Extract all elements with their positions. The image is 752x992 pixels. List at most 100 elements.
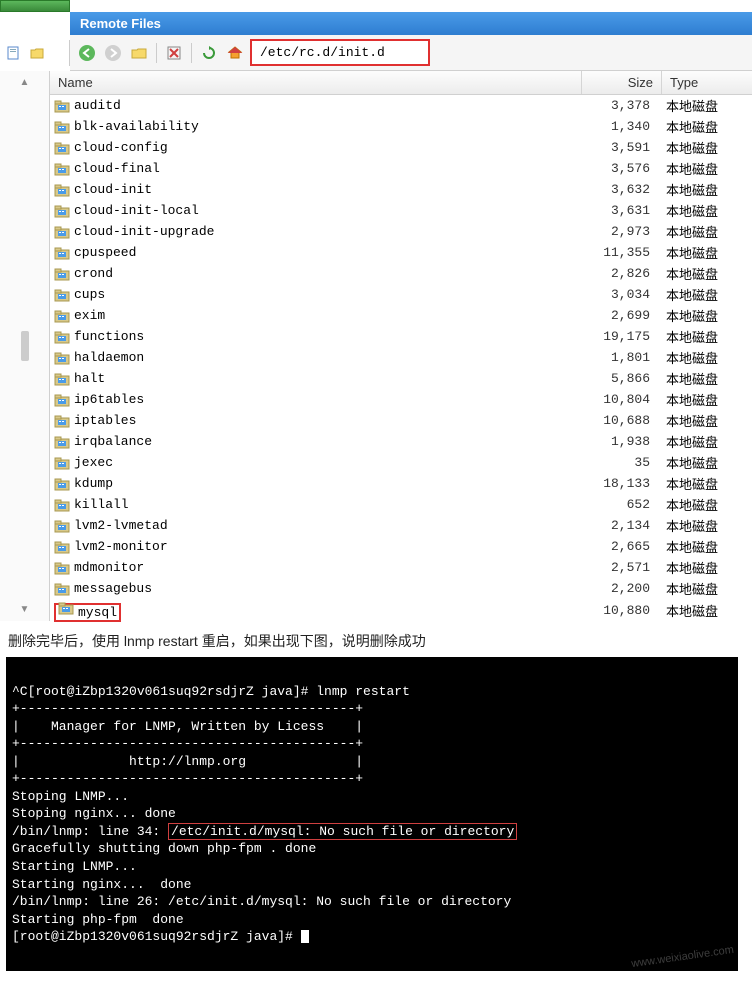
columns-header: Name Size Type [50,71,752,95]
file-type: 本地磁盘 [658,348,748,367]
file-row[interactable]: crond2,826本地磁盘 [50,263,752,284]
col-name-header[interactable]: Name [50,71,582,94]
file-icon [54,497,72,513]
file-name-text: functions [74,329,578,344]
forward-button[interactable] [102,42,124,64]
file-name-text: halt [74,371,578,386]
home-icon[interactable] [224,42,246,64]
file-row[interactable]: exim2,699本地磁盘 [50,305,752,326]
file-row[interactable]: halt5,866本地磁盘 [50,368,752,389]
file-type: 本地磁盘 [658,516,748,535]
file-icon [58,605,76,620]
terminal-error-highlight: /etc/init.d/mysql: No such file or direc… [168,823,517,840]
file-size: 3,576 [578,161,658,176]
scroll-down-icon[interactable]: ▼ [20,604,30,615]
file-panel: Name Size Type auditd3,378本地磁盘blk-availa… [50,71,752,621]
col-type-header[interactable]: Type [662,71,752,94]
file-row[interactable]: cups3,034本地磁盘 [50,284,752,305]
file-name-text: cpuspeed [74,245,578,260]
left-scrollbar[interactable]: ▲ ▼ [0,71,50,621]
file-size: 2,571 [578,560,658,575]
file-size: 5,866 [578,371,658,386]
file-row[interactable]: kdump18,133本地磁盘 [50,473,752,494]
file-size: 3,631 [578,203,658,218]
folder-open-icon[interactable] [26,42,48,64]
folder-icon[interactable] [128,42,150,64]
file-name-text: crond [74,266,578,281]
file-icon [54,539,72,555]
file-row[interactable]: lvm2-lvmetad2,134本地磁盘 [50,515,752,536]
file-icon [54,413,72,429]
file-row[interactable]: cloud-final3,576本地磁盘 [50,158,752,179]
file-type: 本地磁盘 [658,474,748,493]
file-name-text: haldaemon [74,350,578,365]
instruction-text: 删除完毕后，使用 lnmp restart 重启，如果出现下图，说明删除成功 [0,621,752,657]
file-name-text: ip6tables [74,392,578,407]
file-size: 1,340 [578,119,658,134]
file-type: 本地磁盘 [658,558,748,577]
file-type: 本地磁盘 [658,579,748,598]
doc-icon[interactable] [2,42,24,64]
file-row[interactable]: cloud-init-upgrade2,973本地磁盘 [50,221,752,242]
file-icon [54,371,72,387]
file-row[interactable]: messagebus2,200本地磁盘 [50,578,752,599]
cursor-icon [301,930,309,943]
file-row[interactable]: cloud-config3,591本地磁盘 [50,137,752,158]
file-icon [54,203,72,219]
file-row[interactable]: blk-availability1,340本地磁盘 [50,116,752,137]
file-icon [54,434,72,450]
file-size: 2,200 [578,581,658,596]
col-size-header[interactable]: Size [582,71,662,94]
file-name-text: cloud-final [74,161,578,176]
file-type: 本地磁盘 [658,601,748,620]
file-icon [54,182,72,198]
file-name-text: lvm2-monitor [74,539,578,554]
file-type: 本地磁盘 [658,537,748,556]
file-row[interactable]: auditd3,378本地磁盘 [50,95,752,116]
file-type: 本地磁盘 [658,201,748,220]
separator [156,43,157,63]
delete-icon[interactable] [163,42,185,64]
scroll-up-icon[interactable]: ▲ [20,77,30,88]
file-type: 本地磁盘 [658,264,748,283]
file-icon [54,140,72,156]
file-name-text: lvm2-lvmetad [74,518,578,533]
file-type: 本地磁盘 [658,432,748,451]
file-icon [54,350,72,366]
file-type: 本地磁盘 [658,117,748,136]
toolbar: /etc/rc.d/init.d [70,35,752,71]
back-button[interactable] [76,42,98,64]
file-size: 3,591 [578,140,658,155]
file-type: 本地磁盘 [658,138,748,157]
terminal: ^C[root@iZbp1320v061suq92rsdjrZ java]# l… [6,657,738,971]
file-size: 652 [578,497,658,512]
file-row[interactable]: functions19,175本地磁盘 [50,326,752,347]
file-row[interactable]: jexec35本地磁盘 [50,452,752,473]
file-size: 2,699 [578,308,658,323]
file-row[interactable]: mdmonitor2,571本地磁盘 [50,557,752,578]
scroll-grip[interactable] [21,331,29,361]
file-type: 本地磁盘 [658,453,748,472]
file-row[interactable]: irqbalance1,938本地磁盘 [50,431,752,452]
file-size: 10,804 [578,392,658,407]
file-size: 10,688 [578,413,658,428]
file-name-text: killall [74,497,578,512]
file-size: 2,826 [578,266,658,281]
file-row[interactable]: cpuspeed11,355本地磁盘 [50,242,752,263]
top-tab[interactable] [0,0,70,12]
file-icon [54,161,72,177]
file-row[interactable]: killall652本地磁盘 [50,494,752,515]
file-row[interactable]: mysql10,880本地磁盘 [50,599,752,621]
file-icon [54,476,72,492]
address-input[interactable]: /etc/rc.d/init.d [250,39,430,66]
file-row[interactable]: iptables10,688本地磁盘 [50,410,752,431]
file-name-text: jexec [74,455,578,470]
file-icon [54,224,72,240]
refresh-icon[interactable] [198,42,220,64]
file-row[interactable]: ip6tables10,804本地磁盘 [50,389,752,410]
file-row[interactable]: lvm2-monitor2,665本地磁盘 [50,536,752,557]
file-row[interactable]: cloud-init-local3,631本地磁盘 [50,200,752,221]
file-name-text: cloud-init [74,182,578,197]
file-row[interactable]: cloud-init3,632本地磁盘 [50,179,752,200]
file-row[interactable]: haldaemon1,801本地磁盘 [50,347,752,368]
